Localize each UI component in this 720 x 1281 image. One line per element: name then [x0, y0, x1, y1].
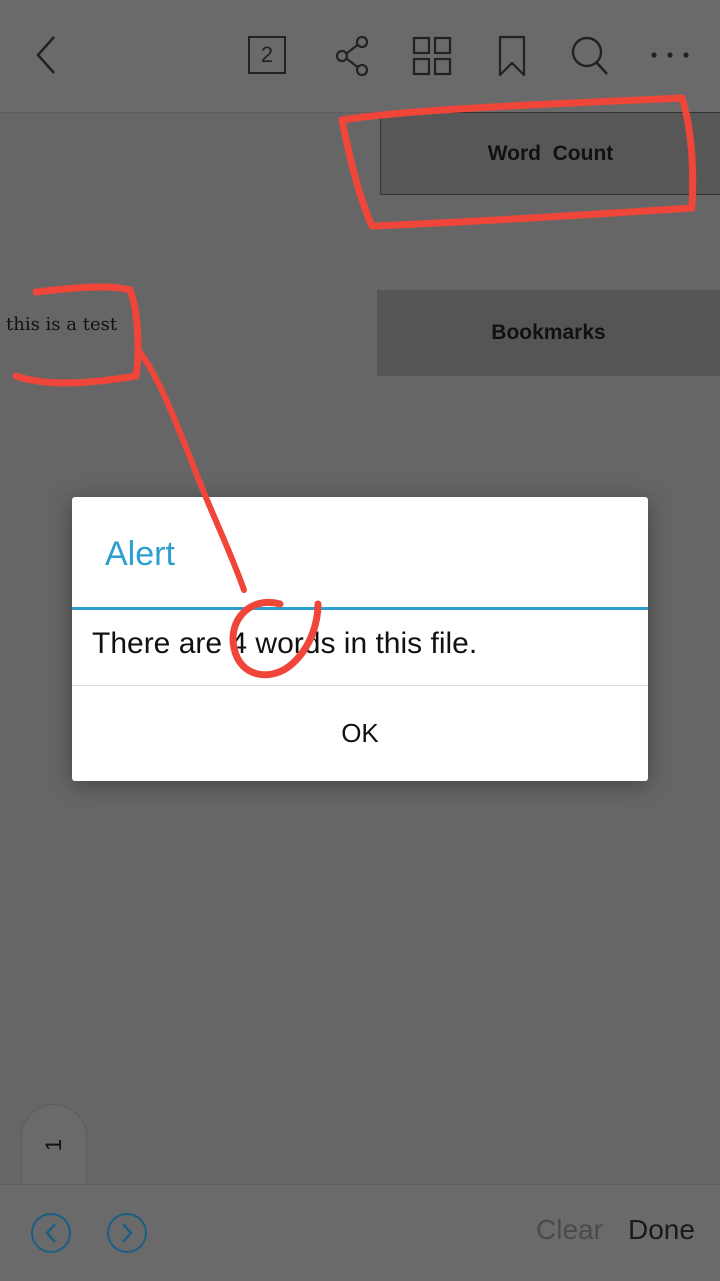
bookmarks-button[interactable]: Bookmarks: [377, 290, 720, 376]
top-toolbar: 2: [0, 0, 720, 113]
alert-dialog: Alert There are 4 words in this file. OK: [72, 497, 648, 781]
more-icon[interactable]: [648, 40, 692, 70]
document-text: this is a test: [6, 314, 118, 335]
page-indicator-label: 1: [41, 1138, 66, 1151]
page-number-icon[interactable]: 2: [248, 36, 286, 74]
clear-button[interactable]: Clear: [536, 1214, 603, 1246]
grid-icon[interactable]: [410, 34, 454, 78]
ok-button[interactable]: OK: [72, 686, 648, 781]
dialog-title: Alert: [105, 535, 175, 573]
search-icon[interactable]: [568, 34, 612, 78]
previous-circle-icon[interactable]: [31, 1213, 71, 1253]
next-circle-icon[interactable]: [107, 1213, 147, 1253]
dialog-title-divider: [72, 607, 648, 610]
done-button[interactable]: Done: [628, 1214, 695, 1246]
word-count-button[interactable]: Word Count: [380, 112, 720, 195]
bookmark-icon[interactable]: [494, 34, 530, 78]
dialog-message: There are 4 words in this file.: [92, 627, 478, 660]
back-icon[interactable]: [26, 32, 66, 78]
word-count-label: Word Count: [487, 141, 614, 165]
bookmarks-label: Bookmarks: [491, 321, 606, 344]
share-icon[interactable]: [330, 34, 374, 78]
page-indicator-tab[interactable]: 1: [21, 1104, 87, 1184]
